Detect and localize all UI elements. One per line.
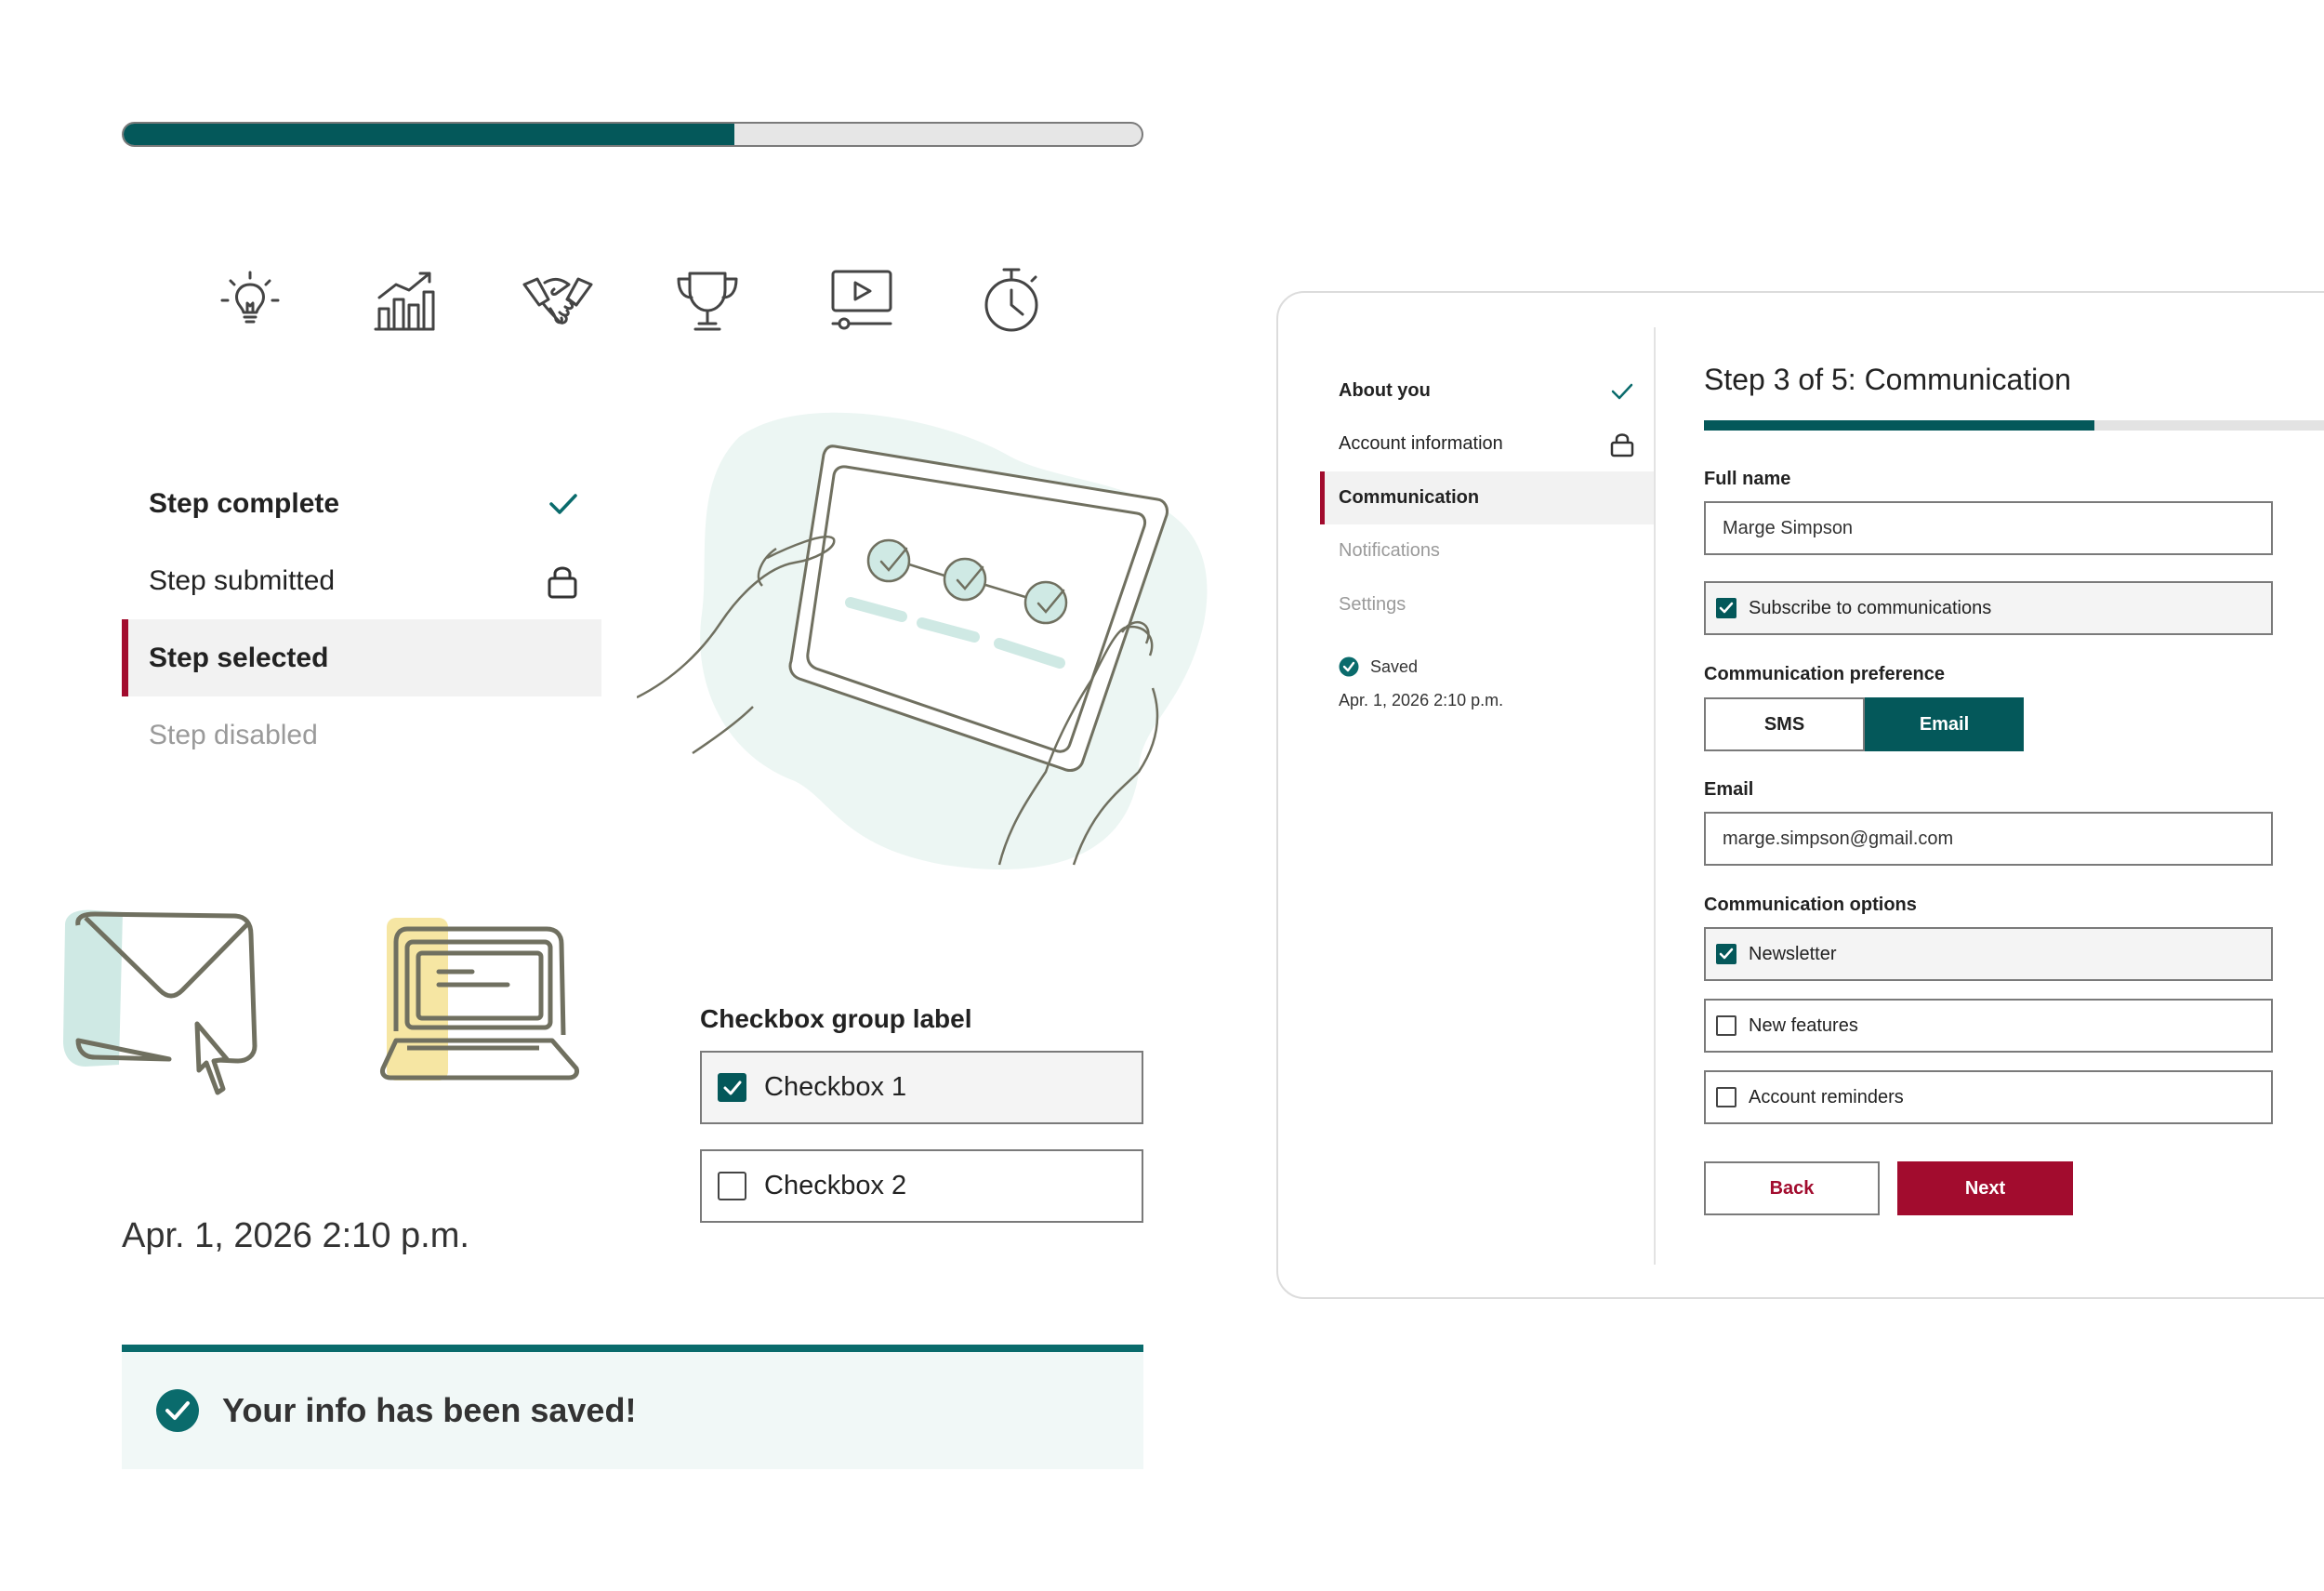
saved-status: Saved <box>1339 656 1418 677</box>
saved-banner: Your info has been saved! <box>122 1345 1143 1469</box>
form-progress-fill <box>1704 420 2094 431</box>
option-account-reminders-checkbox[interactable]: Account reminders <box>1704 1070 2273 1124</box>
sidebar-item-label: Settings <box>1339 594 1406 615</box>
sidebar-item-label: About you <box>1339 380 1431 401</box>
button-label: Back <box>1769 1177 1815 1199</box>
step-complete[interactable]: Step complete <box>122 465 601 542</box>
sidebar-item-label: Communication <box>1339 487 1480 508</box>
lightbulb-icon <box>220 271 280 324</box>
bar-chart-growth-icon <box>374 272 435 331</box>
sidebar-item-notifications: Notifications <box>1320 524 1654 577</box>
sidebar-item-communication[interactable]: Communication <box>1320 471 1654 524</box>
step-selected[interactable]: Step selected <box>122 619 601 696</box>
preference-option-email[interactable]: Email <box>1865 697 2024 751</box>
checkbox-box-checked[interactable] <box>718 1073 746 1102</box>
checkbox-box-unchecked[interactable] <box>1716 1015 1736 1036</box>
lock-icon <box>1610 432 1634 457</box>
step-disabled: Step disabled <box>122 696 601 774</box>
checkbox-2[interactable]: Checkbox 2 <box>700 1149 1143 1223</box>
sidebar-item-label: Account information <box>1339 433 1503 454</box>
timestamp: Apr. 1, 2026 2:10 p.m. <box>122 1216 469 1255</box>
full-name-input[interactable]: Marge Simpson <box>1704 501 2273 555</box>
email-value: marge.simpson@gmail.com <box>1723 828 1954 849</box>
checkbox-label: Checkbox 2 <box>764 1171 907 1200</box>
banner-message: Your info has been saved! <box>222 1391 637 1429</box>
step-label: Step complete <box>149 487 340 519</box>
check-icon <box>1719 602 1734 614</box>
email-label: Email <box>1704 779 1754 800</box>
email-input[interactable]: marge.simpson@gmail.com <box>1704 812 2273 866</box>
preference-option-sms[interactable]: SMS <box>1704 697 1865 751</box>
checkbox-label: New features <box>1749 1014 1858 1036</box>
laptop-illustration <box>380 918 579 1081</box>
checkbox-1[interactable]: Checkbox 1 <box>700 1051 1143 1124</box>
communication-options-label: Communication options <box>1704 895 1917 915</box>
back-button[interactable]: Back <box>1704 1161 1880 1215</box>
panel-divider <box>1654 327 1656 1265</box>
option-label: Email <box>1919 713 1970 735</box>
button-label: Next <box>1964 1177 2006 1199</box>
checkbox-box-unchecked[interactable] <box>718 1172 746 1200</box>
form-title: Step 3 of 5: Communication <box>1704 363 2071 396</box>
step-label: Step disabled <box>149 719 318 750</box>
sidebar-item-about-you[interactable]: About you <box>1320 365 1654 418</box>
checkbox-label: Account reminders <box>1749 1086 1904 1107</box>
video-play-icon <box>831 270 892 330</box>
checkbox-box-checked[interactable] <box>1716 598 1736 618</box>
check-icon <box>549 493 577 514</box>
check-icon <box>1719 948 1734 960</box>
checkbox-label: Checkbox 1 <box>764 1072 907 1102</box>
stopwatch-icon <box>984 268 1038 332</box>
option-newsletter-checkbox[interactable]: Newsletter <box>1704 927 2273 981</box>
sidebar-item-account-information[interactable]: Account information <box>1320 418 1654 471</box>
option-label: SMS <box>1763 713 1805 735</box>
handshake-icon <box>522 277 593 325</box>
next-button[interactable]: Next <box>1897 1161 2073 1215</box>
check-icon <box>1611 383 1633 399</box>
check-icon <box>723 1081 741 1094</box>
saved-label: Saved <box>1370 656 1419 676</box>
tablet-checklist-illustration <box>637 412 1208 870</box>
full-name-label: Full name <box>1704 469 1791 489</box>
success-check-icon <box>1339 656 1359 677</box>
subscribe-checkbox[interactable]: Subscribe to communications <box>1704 581 2273 635</box>
form-progress-bar <box>1704 420 2324 431</box>
option-new-features-checkbox[interactable]: New features <box>1704 999 2273 1053</box>
lock-icon <box>548 566 577 598</box>
checkbox-group-label: Checkbox group label <box>700 1004 972 1033</box>
checkbox-box-checked[interactable] <box>1716 944 1736 964</box>
progress-bar <box>122 122 1143 147</box>
email-cursor-illustration <box>63 909 257 1095</box>
progress-bar-fill <box>124 124 734 145</box>
success-check-icon <box>156 1389 199 1432</box>
checkbox-label: Subscribe to communications <box>1749 597 1992 618</box>
step-label: Step selected <box>149 642 329 673</box>
full-name-value: Marge Simpson <box>1723 517 1854 538</box>
trophy-icon <box>677 272 738 331</box>
checkbox-label: Newsletter <box>1749 943 1837 964</box>
checkbox-box-unchecked[interactable] <box>1716 1087 1736 1107</box>
sidebar-item-label: Notifications <box>1339 540 1440 561</box>
saved-timestamp: Apr. 1, 2026 2:10 p.m. <box>1339 691 1504 709</box>
sidebar-item-settings: Settings <box>1320 578 1654 631</box>
step-submitted[interactable]: Step submitted <box>122 542 601 619</box>
step-label: Step submitted <box>149 564 336 596</box>
communication-preference-label: Communication preference <box>1704 664 1945 684</box>
